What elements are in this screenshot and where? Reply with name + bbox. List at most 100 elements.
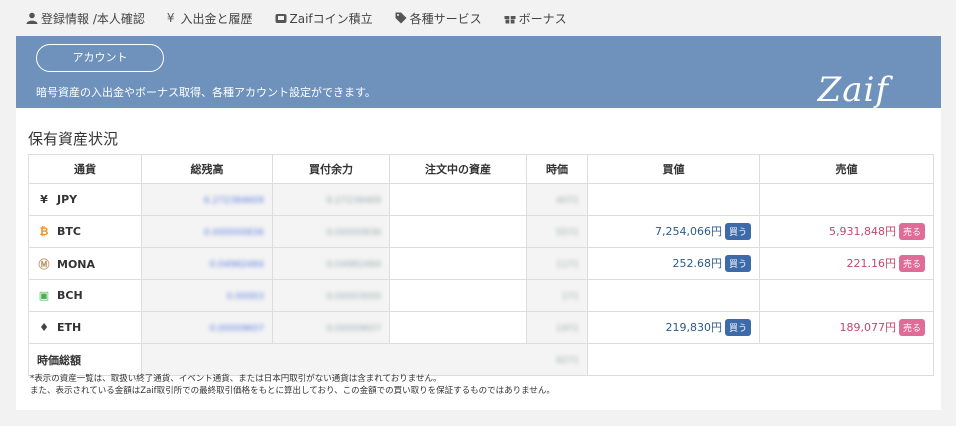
- assets-table: 通貨 総残高 買付余力 注文中の資産 時価 買値 売値 ¥ JPY 6.27238…: [28, 154, 934, 376]
- yen-icon: ¥: [40, 193, 48, 206]
- nav-item-label: Zaifコイン積立: [289, 11, 373, 26]
- banner-description: 暗号資産の入出金やボーナス取得、各種アカウント設定ができます。: [36, 86, 376, 99]
- sell-button[interactable]: 売る: [898, 319, 925, 337]
- market-value-cell: 1971: [526, 311, 588, 344]
- monacoin-icon: Ⓜ: [38, 257, 50, 271]
- total-balance-cell: 0.000000836: [141, 215, 273, 248]
- header-sell-price: 売値: [759, 154, 934, 184]
- nav-item-label: ボーナス: [518, 11, 567, 26]
- total-balance-value: 6.272384609: [203, 196, 264, 206]
- buy-price-cell: 252.68円 買う: [587, 247, 760, 280]
- available-value: 0.00009607: [326, 324, 381, 334]
- currency-label: MONA: [57, 257, 96, 271]
- sell-price-value: 5,931,848円: [829, 224, 896, 238]
- total-label-cell: 時価総額: [28, 343, 142, 376]
- disclaimer-notes: *表示の資産一覧は、取扱い終了通貨、イベント通貨、または日本円取引がない通貨は含…: [30, 373, 555, 397]
- table-row: ♦ ETH 0.00009607 0.00009607 1971 219,830円…: [28, 311, 934, 344]
- total-balance-cell: 6.272384609: [141, 183, 273, 216]
- total-empty-cell: [587, 343, 934, 376]
- account-button[interactable]: アカウント: [36, 44, 164, 72]
- total-balance-value: 0.04982484: [209, 260, 264, 270]
- person-icon: [26, 12, 38, 24]
- piggy-icon: [275, 14, 287, 23]
- buy-button[interactable]: 買う: [724, 255, 751, 273]
- available-value: 0.00003000: [326, 292, 381, 302]
- table-row: ₿ BTC 0.000000836 0.00000836 5571 7,254,0…: [28, 215, 934, 248]
- market-value: 171: [561, 292, 579, 302]
- available-cell: 6.27238469: [272, 183, 390, 216]
- sell-price-value: 221.16円: [846, 256, 896, 270]
- total-value-cell: 9271: [141, 343, 588, 376]
- gift-icon: [504, 13, 516, 24]
- yen-icon: ¥: [166, 11, 175, 25]
- sell-price-value: 189,077円: [839, 320, 896, 334]
- total-balance-cell: 0.00003: [141, 279, 273, 312]
- in-order-cell: [389, 215, 527, 248]
- table-header-row: 通貨 総残高 買付余力 注文中の資産 時価 買値 売値: [28, 154, 934, 184]
- assets-panel: 保有資産状況 通貨 総残高 買付余力 注文中の資産 時価 買値 売値 ¥ JPY …: [16, 108, 941, 410]
- buy-price-value: 7,254,066円: [655, 224, 722, 238]
- nav-item-label: 各種サービス: [409, 11, 482, 26]
- buy-price-value: 252.68円: [672, 256, 722, 270]
- top-nav: 登録情報 /本人確認 ¥ 入出金と履歴 Zaifコイン積立 各種サービス ボーナ…: [0, 0, 956, 36]
- currency-label: JPY: [57, 193, 78, 206]
- disclaimer-line: また、表示されている金額はZaif取引所での最終取引価格をもとに算出しており、こ…: [30, 386, 555, 396]
- header-market-value: 時価: [526, 154, 588, 184]
- total-balance-value: 0.00009607: [209, 324, 264, 334]
- buy-button[interactable]: 買う: [724, 223, 751, 241]
- buy-price-cell: [587, 183, 760, 216]
- total-balance-value: 0.00003: [226, 292, 264, 302]
- sell-price-cell: [759, 183, 934, 216]
- nav-item-registration[interactable]: 登録情報 /本人確認: [26, 10, 145, 27]
- total-balance-value: 0.000000836: [203, 228, 264, 238]
- nav-item-bonus[interactable]: ボーナス: [504, 10, 567, 27]
- nav-item-coin-savings[interactable]: Zaifコイン積立: [275, 10, 373, 27]
- market-value-cell: 171: [526, 279, 588, 312]
- sell-button[interactable]: 売る: [898, 255, 925, 273]
- sell-button[interactable]: 売る: [898, 223, 925, 241]
- currency-label: BCH: [57, 289, 83, 302]
- disclaimer-line: *表示の資産一覧は、取扱い終了通貨、イベント通貨、または日本円取引がない通貨は含…: [30, 374, 442, 384]
- header-available: 買付余力: [272, 154, 390, 184]
- nav-item-label: 登録情報 /本人確認: [41, 11, 145, 26]
- market-value: 4071: [556, 196, 579, 206]
- available-value: 0.00000836: [326, 228, 381, 238]
- bitcoin-cash-icon: ▣: [38, 289, 50, 302]
- currency-label: BTC: [57, 225, 81, 238]
- in-order-cell: [389, 279, 527, 312]
- currency-cell: Ⓜ MONA: [28, 247, 142, 280]
- available-cell: 0.00009607: [272, 311, 390, 344]
- nav-item-label: 入出金と履歴: [180, 11, 253, 26]
- currency-cell: ¥ JPY: [28, 183, 142, 216]
- sell-price-cell: 221.16円 売る: [759, 247, 934, 280]
- in-order-cell: [389, 183, 527, 216]
- in-order-cell: [389, 247, 527, 280]
- account-banner: アカウント 暗号資産の入出金やボーナス取得、各種アカウント設定ができます。 Za…: [16, 36, 941, 110]
- market-value: 1971: [556, 324, 579, 334]
- market-value-cell: 1171: [526, 247, 588, 280]
- buy-price-cell: [587, 279, 760, 312]
- header-in-order: 注文中の資産: [389, 154, 527, 184]
- ethereum-icon: ♦: [39, 321, 49, 334]
- table-row: ¥ JPY 6.272384609 6.27238469 4071: [28, 183, 934, 216]
- available-cell: 0.04982484: [272, 247, 390, 280]
- header-currency: 通貨: [28, 154, 142, 184]
- total-label: 時価総額: [37, 353, 81, 367]
- buy-price-cell: 7,254,066円 買う: [587, 215, 760, 248]
- currency-cell: ₿ BTC: [28, 215, 142, 248]
- table-row: Ⓜ MONA 0.04982484 0.04982484 1171 252.68円…: [28, 247, 934, 280]
- table-row: ▣ BCH 0.00003 0.00003000 171: [28, 279, 934, 312]
- buy-price-value: 219,830円: [665, 320, 722, 334]
- buy-price-cell: 219,830円 買う: [587, 311, 760, 344]
- market-value-cell: 4071: [526, 183, 588, 216]
- nav-item-services[interactable]: 各種サービス: [395, 10, 482, 27]
- market-value: 5571: [556, 228, 579, 238]
- available-cell: 0.00000836: [272, 215, 390, 248]
- market-value-cell: 5571: [526, 215, 588, 248]
- currency-cell: ▣ BCH: [28, 279, 142, 312]
- total-row: 時価総額 9271: [28, 343, 934, 376]
- buy-button[interactable]: 買う: [724, 319, 751, 337]
- zaif-logo: Zaif: [817, 70, 889, 110]
- sell-price-cell: 189,077円 売る: [759, 311, 934, 344]
- nav-item-deposit-history[interactable]: ¥ 入出金と履歴: [167, 10, 253, 27]
